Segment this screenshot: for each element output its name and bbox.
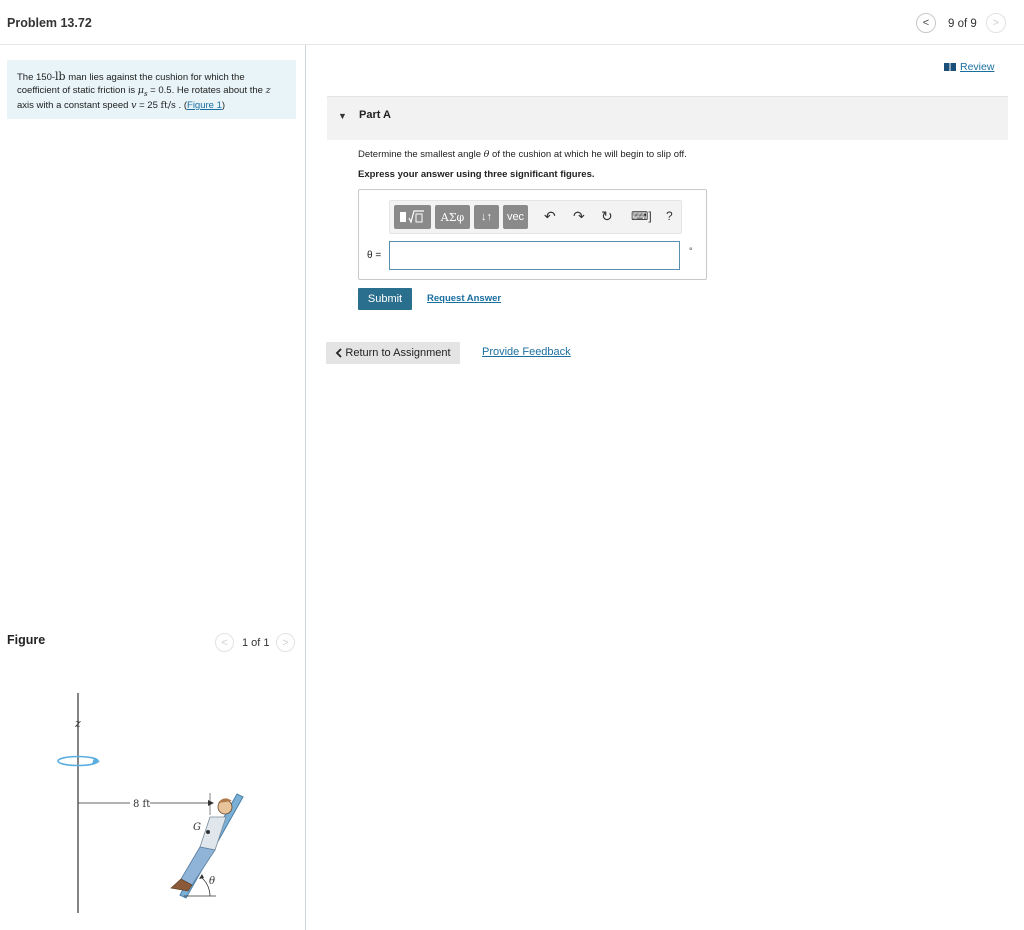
chevron-right-icon: >	[282, 636, 289, 649]
help-button[interactable]: ?	[666, 209, 673, 223]
figure-next-button[interactable]: >	[276, 633, 295, 652]
answer-input[interactable]	[389, 241, 680, 270]
reset-icon[interactable]: ↻	[601, 208, 613, 225]
problem-title: Problem 13.72	[7, 16, 92, 30]
figure-title: Figure	[7, 633, 46, 647]
undo-icon[interactable]: ↶	[544, 208, 556, 225]
answer-box: ΑΣφ ↓↑ vec ↶ ↷ ↻ ⌨] ? θ = °	[358, 189, 707, 280]
submit-button[interactable]: Submit	[358, 288, 412, 310]
figure-link[interactable]: Figure 1	[187, 100, 222, 111]
problem-text: . (	[175, 99, 188, 111]
chevron-left-icon: <	[221, 636, 228, 649]
greek-symbols-button[interactable]: ΑΣφ	[435, 205, 470, 229]
problem-statement: The 150-lb man lies against the cushion …	[7, 60, 296, 119]
weight-unit: lb	[55, 70, 66, 83]
question-text-part: Determine the smallest angle	[358, 149, 484, 160]
part-a-header[interactable]: ▼ Part A	[327, 96, 1008, 140]
chevron-left-icon: <	[922, 17, 930, 29]
z-symbol: z	[265, 84, 271, 96]
theta-label: θ	[209, 876, 215, 887]
next-problem-button[interactable]: >	[986, 13, 1006, 33]
figure-prev-button[interactable]: <	[215, 633, 234, 652]
return-label: Return to Assignment	[345, 347, 451, 359]
previous-problem-button[interactable]: <	[916, 13, 936, 33]
answer-label: θ =	[367, 250, 382, 261]
fraction-sqrt-button[interactable]	[394, 205, 431, 229]
collapse-triangle-icon[interactable]: ▼	[338, 111, 347, 121]
problem-text: = 0.5. He rotates about the	[147, 84, 266, 96]
review-link[interactable]: Review	[944, 61, 994, 73]
chevron-left-icon	[336, 348, 343, 358]
speed-unit: ft/s	[160, 99, 176, 111]
problem-text: )	[221, 99, 226, 111]
keyboard-icon[interactable]: ⌨]	[631, 209, 652, 223]
degree-unit: °	[689, 246, 693, 256]
request-answer-link[interactable]: Request Answer	[427, 293, 501, 304]
question-text: Determine the smallest angle θ of the cu…	[358, 149, 687, 160]
answer-instruction: Express your answer using three signific…	[358, 169, 595, 180]
g-label: G	[193, 822, 201, 833]
review-label: Review	[960, 61, 995, 73]
fraction-sqrt-icon	[399, 210, 424, 224]
redo-icon[interactable]: ↷	[573, 208, 585, 225]
question-text-part: of the cushion at which he will begin to…	[489, 149, 687, 160]
provide-feedback-link[interactable]: Provide Feedback	[482, 346, 571, 358]
figure-image: z 8 ft G θ	[57, 693, 244, 913]
problem-text: = 25	[136, 99, 161, 111]
header-bar: Problem 13.72 < 9 of 9 >	[0, 0, 1024, 45]
theta-arrowhead-icon	[199, 874, 204, 879]
math-toolbar: ΑΣφ ↓↑ vec ↶ ↷ ↻ ⌨] ?	[389, 200, 682, 234]
figure-count: 1 of 1	[242, 637, 270, 649]
dimension-label: 8 ft	[133, 799, 150, 810]
return-to-assignment-button[interactable]: Return to Assignment	[326, 342, 460, 364]
problem-text: The 150-	[17, 72, 56, 83]
problem-text: axis with a constant speed	[17, 99, 132, 111]
dimension-arrowhead-icon	[208, 800, 214, 806]
book-icon	[944, 63, 956, 71]
part-title: Part A	[359, 109, 391, 121]
chevron-right-icon: >	[992, 17, 1000, 29]
vector-button[interactable]: vec	[503, 205, 528, 229]
problem-page-count: 9 of 9	[948, 18, 977, 30]
z-axis-label: z	[74, 717, 81, 730]
subscript-superscript-button[interactable]: ↓↑	[474, 205, 499, 229]
center-of-mass-dot	[206, 830, 210, 834]
